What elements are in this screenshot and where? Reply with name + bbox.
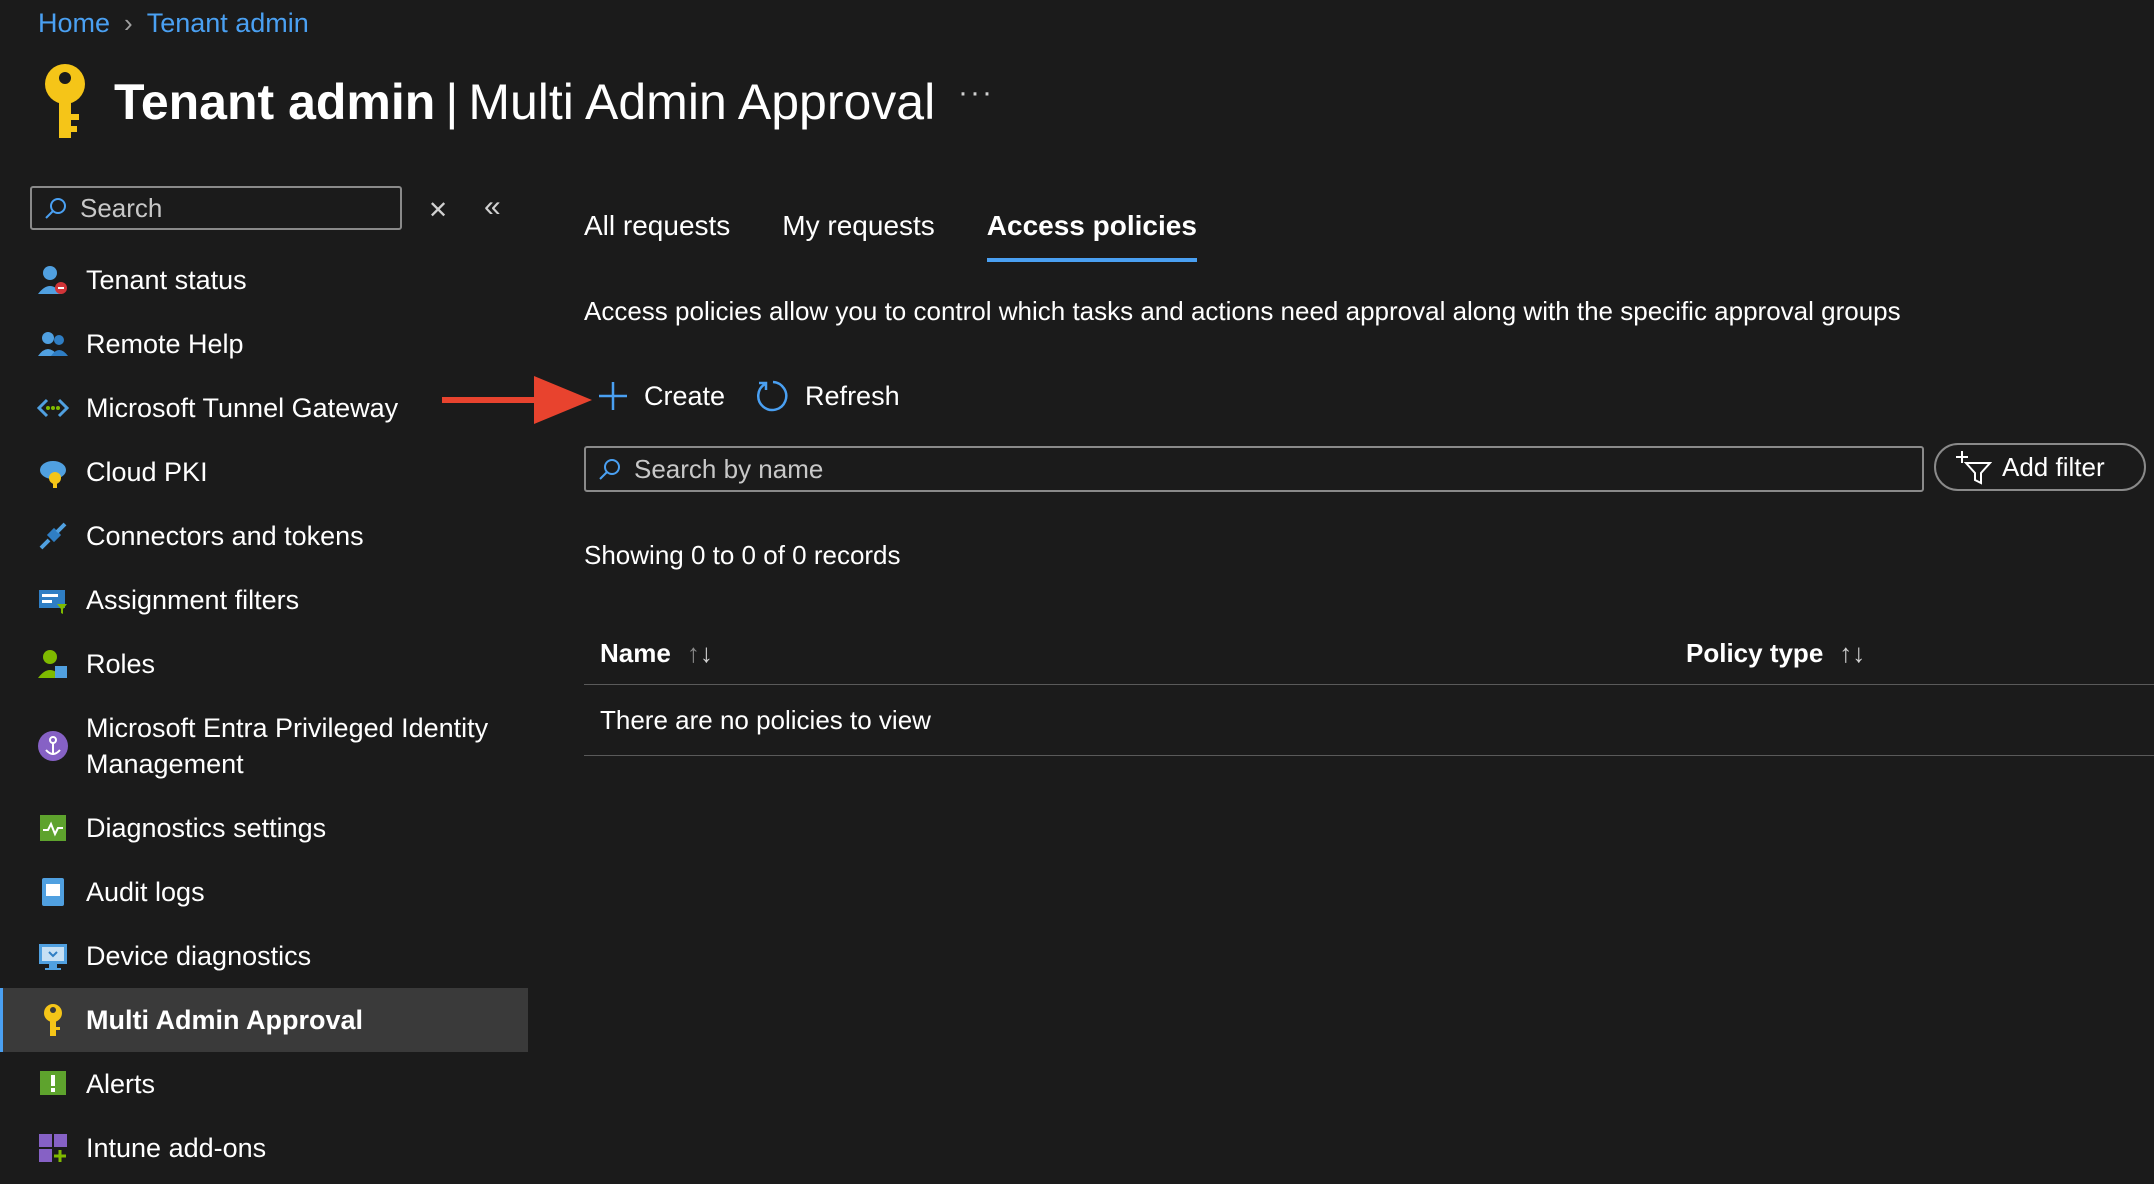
collapse-sidebar-icon[interactable]: « xyxy=(484,190,501,224)
sidebar-search-input[interactable] xyxy=(78,191,382,225)
addons-icon xyxy=(36,1131,70,1165)
column-name-label: Name xyxy=(600,637,671,668)
sidebar-item-label: Audit logs xyxy=(86,877,205,907)
column-policy-type-label: Policy type xyxy=(1686,637,1824,668)
annotation-arrow xyxy=(442,376,592,424)
key-icon xyxy=(36,1003,70,1037)
sidebar-item-label: Cloud PKI xyxy=(86,457,208,487)
audit-logs-icon xyxy=(36,875,70,909)
tab-all-requests[interactable]: All requests xyxy=(584,210,730,262)
sidebar-item-remote-help[interactable]: Remote Help xyxy=(0,312,528,376)
empty-table-message: There are no policies to view xyxy=(584,685,2154,756)
sidebar-item-cloud-pki[interactable]: Cloud PKI xyxy=(0,440,528,504)
search-icon xyxy=(599,459,620,480)
sidebar-item-connectors[interactable]: Connectors and tokens xyxy=(0,504,528,568)
search-by-name-input[interactable] xyxy=(632,452,1836,486)
sidebar-item-label: Microsoft Entra Privileged Identity Mana… xyxy=(86,713,489,779)
more-options-button[interactable]: ··· xyxy=(958,76,994,110)
table-header: Name ↑↓ Policy type ↑↓ xyxy=(584,622,2154,685)
sidebar-item-label: Connectors and tokens xyxy=(86,521,364,551)
sidebar-item-multi-admin-approval[interactable]: Multi Admin Approval xyxy=(0,988,528,1052)
roles-icon xyxy=(36,647,70,681)
add-filter-label: Add filter xyxy=(2002,451,2105,482)
cloud-pki-icon xyxy=(36,455,70,489)
remote-help-icon xyxy=(36,327,70,361)
sidebar-item-label: Multi Admin Approval xyxy=(86,1005,363,1035)
add-filter-button[interactable]: Add filter xyxy=(1934,443,2146,491)
column-header-policy-type[interactable]: Policy type ↑↓ xyxy=(1686,638,1865,669)
sidebar-item-pim[interactable]: Microsoft Entra Privileged Identity Mana… xyxy=(0,696,528,796)
create-button[interactable]: Create xyxy=(596,379,725,413)
tab-bar: All requests My requests Access policies xyxy=(584,210,1197,262)
breadcrumb-tenant-admin[interactable]: Tenant admin xyxy=(147,8,309,39)
page-title: Tenant admin | Multi Admin Approval xyxy=(114,73,935,131)
pim-icon xyxy=(36,729,70,763)
sidebar-item-label: Alerts xyxy=(86,1069,156,1099)
search-icon xyxy=(45,198,66,219)
refresh-icon xyxy=(757,380,788,412)
plus-icon xyxy=(599,382,627,410)
sidebar-item-label: Microsoft Tunnel Gateway xyxy=(86,393,399,423)
key-icon xyxy=(45,64,85,138)
sort-icon: ↑↓ xyxy=(1839,637,1866,668)
sort-icon: ↑↓ xyxy=(686,637,713,668)
sidebar-item-label: Remote Help xyxy=(86,329,244,359)
assignment-filters-icon xyxy=(36,583,70,617)
tab-my-requests[interactable]: My requests xyxy=(782,210,935,262)
refresh-label: Refresh xyxy=(805,380,900,411)
search-by-name-box[interactable] xyxy=(584,446,1924,492)
sidebar-item-roles[interactable]: Roles xyxy=(0,632,528,696)
column-header-name[interactable]: Name ↑↓ xyxy=(600,638,713,669)
tab-access-policies[interactable]: Access policies xyxy=(986,210,1197,262)
policies-table: Name ↑↓ Policy type ↑↓ There are no poli… xyxy=(584,622,2154,756)
tenant-status-icon xyxy=(36,263,70,297)
records-count: Showing 0 to 0 of 0 records xyxy=(584,540,901,570)
chevron-right-icon: › xyxy=(124,8,133,38)
title-separator: | xyxy=(445,74,459,130)
sidebar-item-device-diagnostics[interactable]: Device diagnostics xyxy=(0,924,528,988)
page-title-main: Tenant admin xyxy=(114,74,436,130)
sidebar-item-label: Roles xyxy=(86,649,156,679)
sidebar-item-intune-addons[interactable]: Intune add-ons xyxy=(0,1116,528,1180)
sidebar-item-diagnostics-settings[interactable]: Diagnostics settings xyxy=(0,796,528,860)
sidebar-item-label: Diagnostics settings xyxy=(86,813,327,843)
sidebar-item-label: Tenant status xyxy=(86,265,247,295)
sidebar-item-audit-logs[interactable]: Audit logs xyxy=(0,860,528,924)
create-label: Create xyxy=(644,380,726,411)
sidebar-item-label: Device diagnostics xyxy=(86,941,312,971)
sidebar-search-box[interactable] xyxy=(30,186,402,230)
device-diagnostics-icon xyxy=(36,939,70,973)
sidebar-item-label: Assignment filters xyxy=(86,585,300,615)
tunnel-gateway-icon xyxy=(36,391,70,425)
clear-search-icon[interactable]: ✕ xyxy=(428,196,448,225)
add-filter-icon xyxy=(1956,451,1992,485)
sidebar-item-label: Intune add-ons xyxy=(86,1133,267,1163)
breadcrumb-home[interactable]: Home xyxy=(38,8,110,39)
sidebar: ✕ « Tenant status Remote Help Microsoft … xyxy=(0,184,528,1184)
page-header: Tenant admin | Multi Admin Approval xyxy=(40,62,935,142)
sidebar-item-alerts[interactable]: Alerts xyxy=(0,1052,528,1116)
page-title-sub: Multi Admin Approval xyxy=(468,74,936,130)
sidebar-item-tenant-status[interactable]: Tenant status xyxy=(0,248,528,312)
diagnostics-icon xyxy=(36,811,70,845)
breadcrumb: Home › Tenant admin xyxy=(38,8,309,39)
toolbar: Create Refresh xyxy=(596,378,930,414)
alerts-icon xyxy=(36,1067,70,1101)
refresh-button[interactable]: Refresh xyxy=(755,378,900,414)
sidebar-item-assignment-filters[interactable]: Assignment filters xyxy=(0,568,528,632)
connectors-icon xyxy=(36,519,70,553)
page-description: Access policies allow you to control whi… xyxy=(584,296,1901,326)
